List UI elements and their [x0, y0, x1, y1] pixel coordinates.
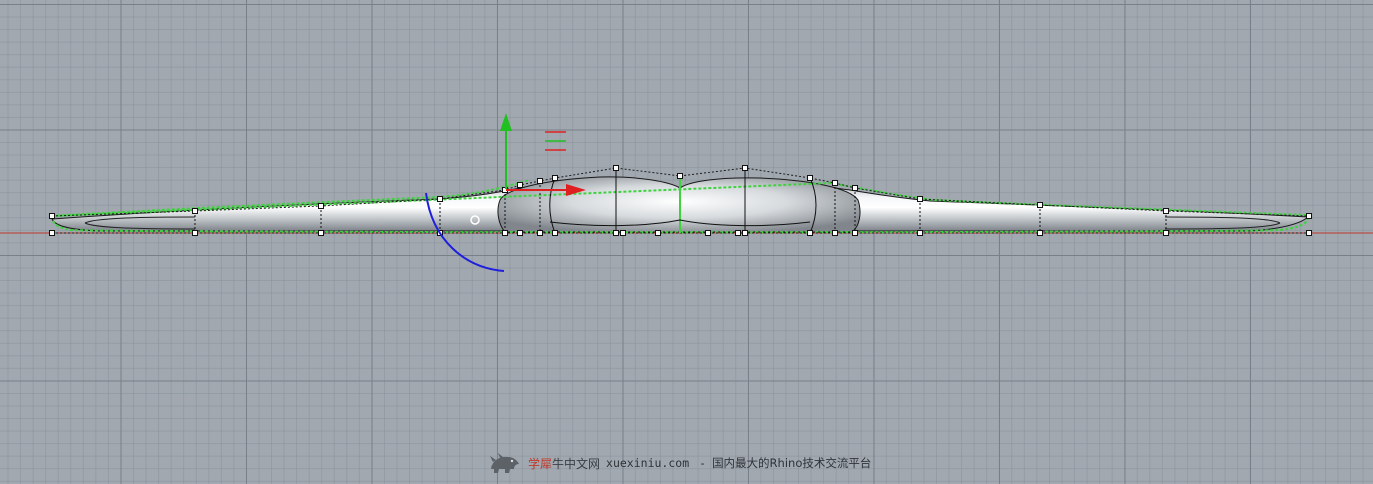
watermark-separator: -	[699, 456, 707, 470]
gumball-scale-handle-icon[interactable]	[545, 131, 566, 151]
watermark-site: xuexiniu.com	[606, 456, 690, 470]
rhino-viewport[interactable]: 学犀牛中文网 xuexiniu.com - 国内最大的Rhino技术交流平台	[0, 0, 1373, 484]
viewport-scene[interactable]	[0, 0, 1373, 484]
watermark: 学犀牛中文网 xuexiniu.com - 国内最大的Rhino技术交流平台	[488, 450, 871, 476]
watermark-slogan: 国内最大的Rhino技术交流平台	[712, 456, 872, 470]
gumball-y-arrow-icon[interactable]	[500, 113, 512, 131]
rhino-logo-icon	[490, 453, 519, 473]
watermark-brand: 学犀牛中文网	[528, 456, 601, 471]
